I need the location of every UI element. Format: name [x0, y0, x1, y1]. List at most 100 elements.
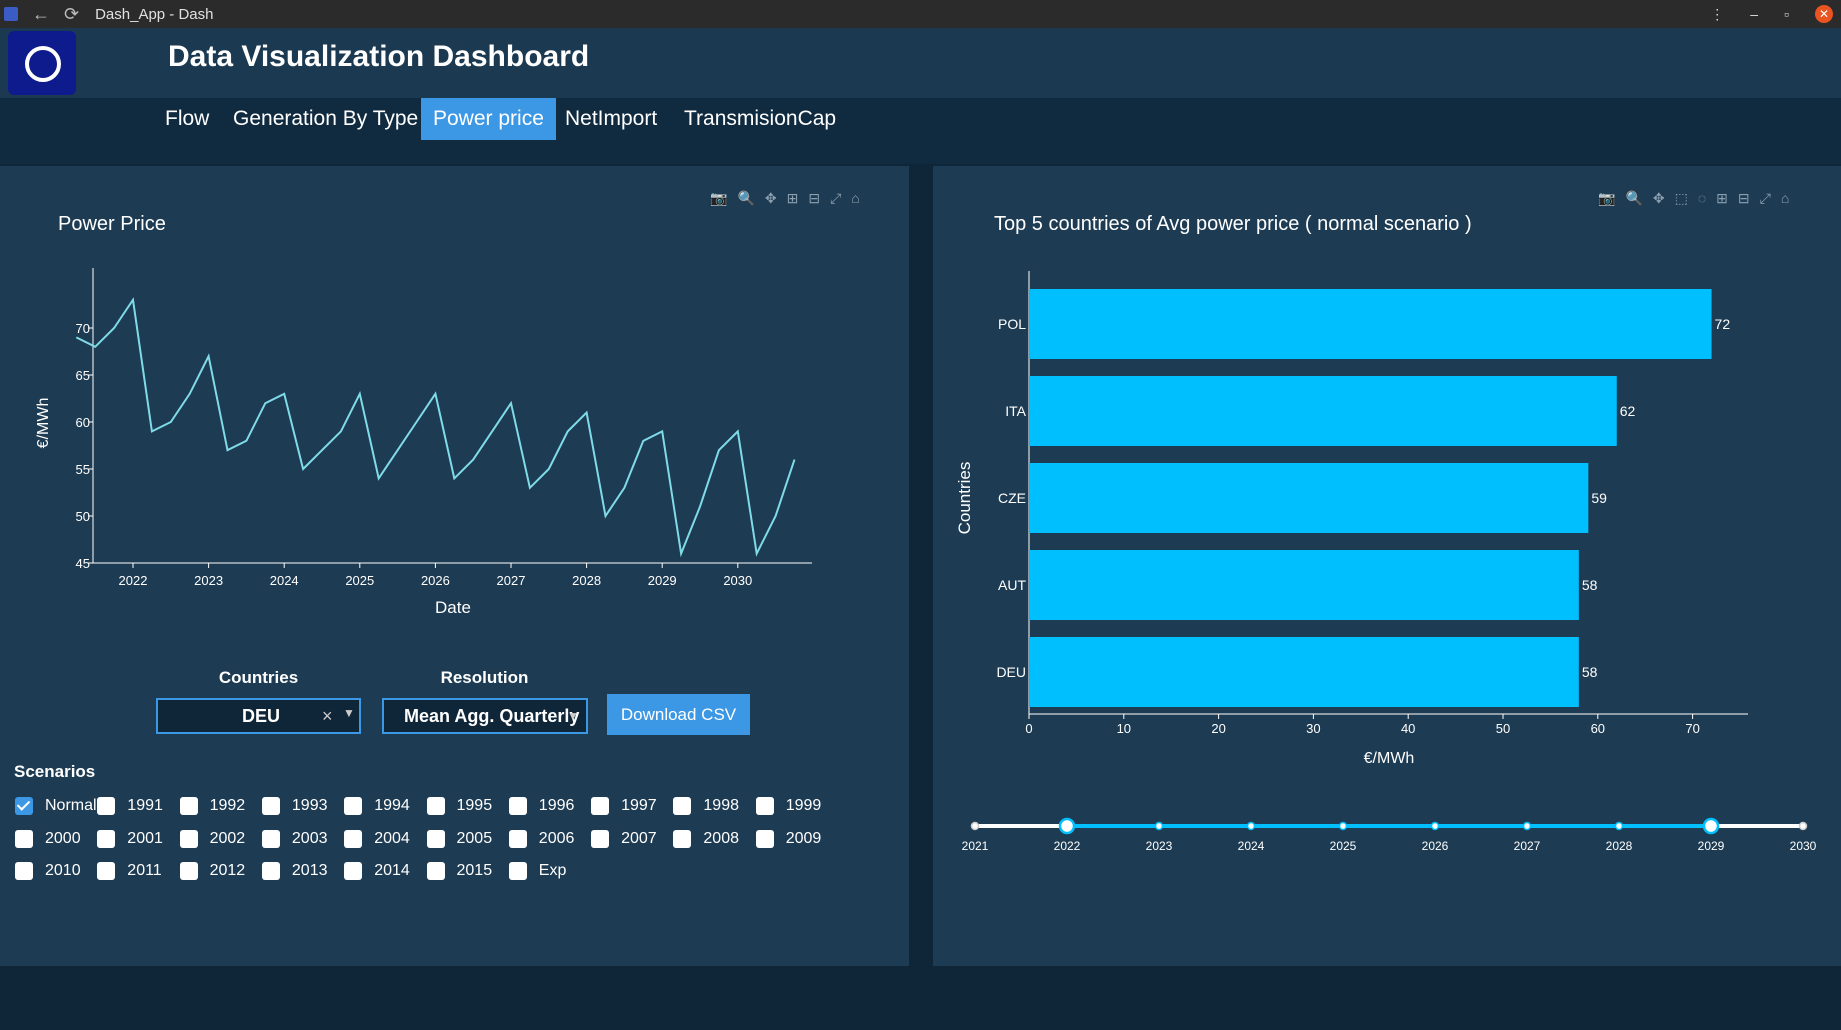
checkbox-icon[interactable]	[97, 829, 116, 848]
resolution-label: Resolution	[440, 668, 529, 687]
checkbox-icon[interactable]	[426, 829, 445, 848]
line-y-tick-label: 45	[76, 556, 90, 571]
checkbox-icon[interactable]	[508, 862, 527, 880]
checkbox-icon[interactable]	[755, 829, 774, 848]
tab-flow[interactable]: Flow	[153, 98, 221, 140]
checkbox-icon[interactable]	[344, 797, 363, 815]
slider-mark-dot[interactable]	[1246, 821, 1256, 831]
slider-handle-start[interactable]	[1058, 817, 1076, 835]
checkbox-icon[interactable]	[591, 829, 610, 848]
scenario-2006[interactable]: 2006	[508, 829, 574, 848]
checkbox-icon[interactable]	[179, 829, 198, 848]
scenario-2010[interactable]: 2010	[15, 862, 81, 880]
slider-mark-dot[interactable]	[1154, 821, 1164, 831]
scenario-label: 1993	[291, 797, 328, 814]
scenario-2002[interactable]: 2002	[179, 829, 245, 848]
resolution-dropdown[interactable]: Mean Agg. Quarterly ▼	[382, 698, 588, 734]
checkbox-icon[interactable]	[508, 829, 527, 848]
bar-aut[interactable]	[1029, 550, 1579, 620]
checkbox-icon[interactable]	[97, 797, 116, 815]
slider-mark-dot[interactable]	[1338, 821, 1348, 831]
scenario-2005[interactable]: 2005	[426, 829, 492, 848]
bar-deu[interactable]	[1029, 637, 1579, 707]
scenario-label: 2000	[45, 829, 81, 847]
checkbox-icon[interactable]	[755, 797, 774, 815]
checkbox-icon[interactable]	[591, 797, 610, 815]
scenario-1994[interactable]: 1994	[344, 797, 410, 815]
scenario-1999[interactable]: 1999	[755, 797, 821, 815]
slider-mark-dot[interactable]	[1614, 821, 1624, 831]
maximize-icon[interactable]: ▫	[1784, 6, 1789, 22]
slider-mark-dot[interactable]	[970, 821, 980, 831]
scenario-1998[interactable]: 1998	[673, 797, 739, 815]
checkbox-icon[interactable]	[426, 797, 445, 815]
scenario-2009[interactable]: 2009	[755, 829, 821, 848]
tab-generation-by-type[interactable]: Generation By Type	[221, 98, 430, 140]
scenario-1997[interactable]: 1997	[591, 797, 657, 815]
reload-icon[interactable]: ⟳	[64, 4, 79, 25]
bar-cze[interactable]	[1029, 463, 1589, 533]
download-csv-button[interactable]: Download CSV	[607, 694, 750, 735]
slider-mark-label: 2023	[1146, 839, 1173, 853]
scenario-label: 1997	[621, 797, 657, 814]
scenario-2001[interactable]: 2001	[97, 829, 163, 848]
tab-netimport[interactable]: NetImport	[553, 98, 669, 140]
checkbox-icon[interactable]	[673, 797, 692, 815]
checkbox-icon[interactable]	[261, 829, 280, 848]
scenario-2003[interactable]: 2003	[261, 829, 327, 848]
checkbox-icon[interactable]	[673, 829, 692, 848]
countries-dropdown[interactable]: DEU × ▼	[156, 698, 361, 734]
chevron-down-icon[interactable]: ▼	[567, 709, 579, 723]
bar-pol[interactable]	[1029, 289, 1712, 359]
checkbox-icon[interactable]	[426, 862, 445, 880]
scenario-normal[interactable]: Normal	[15, 797, 97, 815]
scenario-1996[interactable]: 1996	[508, 797, 574, 815]
scenario-2004[interactable]: 2004	[344, 829, 410, 848]
checkbox-icon[interactable]	[15, 829, 33, 848]
scenario-2007[interactable]: 2007	[591, 829, 657, 848]
checkbox-icon[interactable]	[97, 862, 116, 880]
scenario-2008[interactable]: 2008	[673, 829, 739, 848]
slider-handle-end[interactable]	[1702, 817, 1720, 835]
minimize-icon[interactable]: –	[1750, 6, 1758, 22]
scenario-1993[interactable]: 1993	[261, 797, 328, 815]
line-y-tick-label: 60	[76, 415, 90, 430]
slider-mark-dot[interactable]	[1430, 821, 1440, 831]
slider-mark-label: 2029	[1698, 839, 1725, 853]
year-range-slider[interactable]: 2021 2022 2023 2024 2025 2026 2027 2028 2029 2030	[955, 808, 1835, 856]
checkbox-icon[interactable]	[261, 862, 280, 880]
bar-x-axis-label: €/MWh	[1364, 750, 1415, 767]
scenario-1995[interactable]: 1995	[426, 797, 492, 815]
clear-icon[interactable]: ×	[322, 706, 333, 727]
scenario-label: 2008	[703, 829, 739, 847]
checkbox-icon[interactable]	[508, 797, 527, 815]
bar-ita[interactable]	[1029, 376, 1617, 446]
checkbox-icon[interactable]	[179, 797, 198, 815]
menu-dots-icon[interactable]: ⋮	[1710, 6, 1724, 23]
checkbox-icon[interactable]	[344, 862, 363, 880]
close-icon[interactable]: ✕	[1815, 5, 1833, 23]
slider-mark-dot[interactable]	[1798, 821, 1808, 831]
scenario-1991[interactable]: 1991	[97, 797, 163, 815]
checkbox-checked-icon[interactable]	[15, 797, 33, 815]
scenario-exp[interactable]: Exp	[508, 862, 566, 880]
scenario-2014[interactable]: 2014	[344, 862, 410, 880]
checkbox-icon[interactable]	[15, 862, 33, 880]
checkbox-icon[interactable]	[261, 797, 280, 815]
slider-mark-label: 2025	[1330, 839, 1357, 853]
tab-power-price[interactable]: Power price	[421, 98, 556, 140]
tab-transmisioncap[interactable]: TransmisionCap	[672, 98, 848, 140]
scenario-2012[interactable]: 2012	[179, 862, 245, 880]
slider-mark-dot[interactable]	[1522, 821, 1532, 831]
line-series	[75, 297, 796, 558]
chevron-down-icon[interactable]: ▼	[343, 706, 355, 720]
scenario-2000[interactable]: 2000	[15, 829, 81, 848]
checkbox-icon[interactable]	[344, 829, 363, 848]
scenario-2013[interactable]: 2013	[261, 862, 327, 880]
bar-category-label: ITA	[1005, 403, 1026, 419]
scenario-2015[interactable]: 2015	[426, 862, 492, 880]
scenario-2011[interactable]: 2011	[97, 862, 162, 880]
back-icon[interactable]: ←	[32, 4, 50, 25]
checkbox-icon[interactable]	[179, 862, 198, 880]
scenario-1992[interactable]: 1992	[179, 797, 245, 815]
